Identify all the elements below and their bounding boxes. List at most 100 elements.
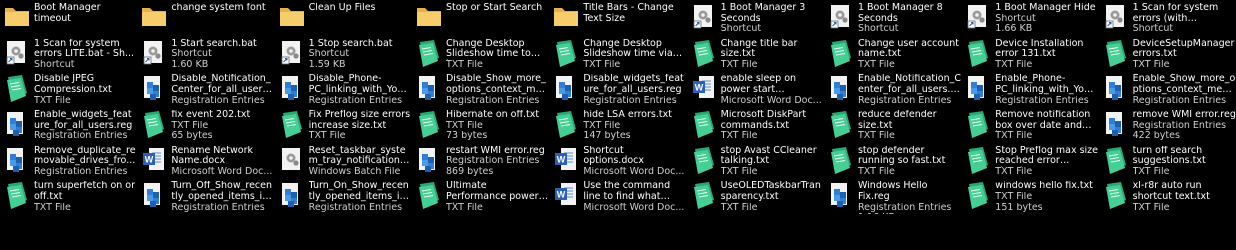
file-type: Registration Entries xyxy=(1132,95,1227,106)
file-type: Registration Entries xyxy=(171,95,265,106)
file-item[interactable]: reduce defender size.txt TXT File xyxy=(824,107,961,143)
file-item[interactable]: W enable sleep on power start menu.docxM… xyxy=(687,71,824,107)
file-size: 147 bytes xyxy=(583,131,631,142)
file-item[interactable]: Turn_Off_Show_recently_opened_items_in..… xyxy=(137,178,274,214)
file-grid: Boot Manager timeout 1 Scan for system e… xyxy=(0,0,1236,250)
file-item[interactable]: 1 Start search.bat Shortcut 1.60 KB xyxy=(137,36,274,72)
file-item[interactable]: Enable_widgets_feature_for_all_users.reg… xyxy=(0,107,137,143)
file-name: change system font xyxy=(171,3,266,13)
file-item[interactable]: Enable_Show_more_options_context_men...R… xyxy=(1099,71,1236,107)
file-type: TXT File xyxy=(445,120,483,131)
file-item[interactable]: windows hello fix.txt TXT File 151 bytes xyxy=(961,178,1098,214)
file-item[interactable]: turn superfetch on or off.txt TXT File xyxy=(0,178,137,214)
batch-file-icon xyxy=(279,146,305,176)
file-item-text: Disable_widgets_feature_for_all_users.re… xyxy=(583,71,686,106)
file-item[interactable]: xl-r8r auto run shortcut text.txt TXT Fil… xyxy=(1099,178,1236,214)
file-item[interactable]: Disable JPEG Compression.txt TXT File xyxy=(0,71,137,107)
file-item-text: Disable JPEG Compression.txt TXT File xyxy=(34,71,137,106)
file-type: TXT File xyxy=(857,131,895,142)
file-item[interactable]: Enable_Notification_Center_for_all_users… xyxy=(824,71,961,107)
text-file-icon xyxy=(1103,39,1129,69)
shortcut-icon xyxy=(279,39,305,69)
file-item[interactable]: restart WMI error.reg Registration Entrie… xyxy=(412,143,549,179)
file-item[interactable]: Remove_duplicate_removable_drives_fro...… xyxy=(0,143,137,179)
file-item-text: Rename Network Name.docx Microsoft Word D… xyxy=(171,143,274,178)
file-item[interactable]: stop defender running so fast.txt TXT Fil… xyxy=(824,143,961,179)
file-type: TXT File xyxy=(857,59,895,70)
file-item[interactable]: Disable_widgets_feature_for_all_users.re… xyxy=(549,71,686,107)
file-type: TXT File xyxy=(720,59,758,70)
file-item[interactable]: Enable_Phone-PC_linking_with_Your_Pho...… xyxy=(961,71,1099,107)
file-item[interactable]: Hibernate on off.txt TXT File 73 bytes xyxy=(412,107,549,143)
file-item[interactable]: 1 Scan for system errors (with resetbas.… xyxy=(1099,0,1236,36)
file-item[interactable]: Turn_On_Show_recently_opened_items_in...… xyxy=(275,178,412,214)
shortcut-icon xyxy=(141,39,167,69)
file-name: Change title bar size.txt xyxy=(720,38,798,60)
file-item[interactable]: Stop or Start Search xyxy=(412,0,549,36)
file-item-text: Enable_Phone-PC_linking_with_Your_Pho...… xyxy=(995,71,1098,106)
empty-cell xyxy=(0,214,137,250)
file-item[interactable]: Disable_Notification_Center_for_all_user… xyxy=(137,71,274,107)
file-item[interactable]: W Rename Network Name.docx Microsoft Word… xyxy=(137,143,274,179)
file-item[interactable]: Clean Up Files xyxy=(275,0,412,36)
file-item[interactable]: 1 Boot Manager 8 Seconds Shortcut xyxy=(824,0,961,36)
file-item[interactable]: stop Avast CCleaner talking.txt TXT File xyxy=(687,143,824,179)
file-item[interactable]: 1 Stop search.bat Shortcut 1.59 KB xyxy=(275,36,412,72)
file-name: 1 Boot Manager 8 Seconds xyxy=(857,3,943,24)
file-item[interactable]: 1 Boot Manager Hide Shortcut 1.66 KB xyxy=(961,0,1098,36)
file-item[interactable]: W Use the command line to find what caus… xyxy=(549,178,686,214)
file-item[interactable]: 1 Boot Manager 3 Seconds Shortcut xyxy=(687,0,824,36)
file-type: TXT File xyxy=(308,131,346,142)
file-item[interactable]: Microsoft DiskPart commands.txt TXT File xyxy=(687,107,824,143)
empty-cell xyxy=(824,214,961,250)
file-item[interactable]: Change Desktop Slideshow time to le...TX… xyxy=(412,36,549,72)
file-type: Microsoft Word Doc... xyxy=(171,166,273,177)
file-item[interactable]: UseOLEDTaskbarTransparency.txt TXT File xyxy=(687,178,824,214)
file-name: Stop Preflog max size reached error show… xyxy=(995,145,1099,167)
file-name: stop Avast CCleaner talking.txt xyxy=(720,145,817,167)
svg-text:W: W xyxy=(557,190,566,200)
registry-file-icon xyxy=(1103,74,1129,104)
file-item-text: 1 Scan for system errors (with resetbas.… xyxy=(1133,0,1236,35)
file-item[interactable]: Ultimate Performance power plan.txtTXT F… xyxy=(412,178,549,214)
file-item[interactable]: change system font xyxy=(137,0,274,36)
file-name: Enable_Notification_Center_for_all_users… xyxy=(857,74,961,95)
file-item[interactable]: Reset_taskbar_system_tray_notification_i… xyxy=(275,143,412,179)
file-item[interactable]: turn off search suggestions.txt TXT File xyxy=(1099,143,1236,179)
word-document-icon: W xyxy=(553,146,579,176)
file-item[interactable]: Disable_Show_more_options_context_me...R… xyxy=(412,71,549,107)
file-item[interactable]: Boot Manager timeout xyxy=(0,0,137,36)
file-name: DeviceSetupManager errors.txt xyxy=(1132,38,1235,60)
file-name: Clean Up Files xyxy=(308,3,376,13)
file-item[interactable]: Fix Preflog size errors increase size.tx… xyxy=(275,107,412,143)
file-item[interactable]: 1 Scan for system errors LITE.bat - Sh..… xyxy=(0,36,137,72)
text-file-icon xyxy=(965,110,991,140)
file-item[interactable]: remove WMI error.reg Registration Entries… xyxy=(1099,107,1236,143)
file-size: 869 bytes xyxy=(445,166,494,177)
shortcut-icon xyxy=(965,3,991,33)
file-item[interactable]: Title Bars - Change Text Size xyxy=(549,0,686,36)
file-name: 1 Scan for system errors LITE.bat - Sh..… xyxy=(34,38,135,60)
file-item[interactable]: Windows Hello Fix.reg Registration Entrie… xyxy=(824,178,961,214)
file-item[interactable]: hide LSA errors.txt TXT File 147 bytes xyxy=(549,107,686,143)
file-item[interactable]: Stop Preflog max size reached error show… xyxy=(961,143,1098,179)
file-type: TXT File xyxy=(995,192,1033,203)
file-name: Turn_Off_Show_recently_opened_items_in..… xyxy=(171,181,275,203)
registry-file-icon xyxy=(965,74,991,104)
file-name: 1 Boot Manager Hide xyxy=(995,3,1096,13)
file-item[interactable]: Change Desktop Slideshow time via r...TX… xyxy=(549,36,686,72)
file-item[interactable]: DeviceSetupManager errors.txt TXT File xyxy=(1099,36,1236,72)
file-item[interactable]: Disable_Phone-PC_linking_with_Your_Pho..… xyxy=(275,71,412,107)
file-item[interactable]: W Shortcut options.docx Microsoft Word Do… xyxy=(549,143,686,178)
file-type: TXT File xyxy=(1132,59,1170,70)
text-file-icon xyxy=(416,39,442,69)
text-file-icon xyxy=(416,181,442,211)
file-item[interactable]: Remove notification box over date and be… xyxy=(961,107,1098,143)
file-item[interactable]: Device Installation error 131.txt TXT Fil… xyxy=(961,36,1098,72)
text-file-icon xyxy=(1103,181,1129,211)
file-name: 1 Stop search.bat xyxy=(308,38,393,49)
file-item[interactable]: Change user account name.txt TXT File xyxy=(824,36,961,72)
file-item[interactable]: Change title bar size.txt TXT File xyxy=(687,36,824,72)
file-item[interactable]: fix event 202.txt TXT File 65 bytes xyxy=(137,107,274,143)
text-file-icon xyxy=(965,146,991,176)
